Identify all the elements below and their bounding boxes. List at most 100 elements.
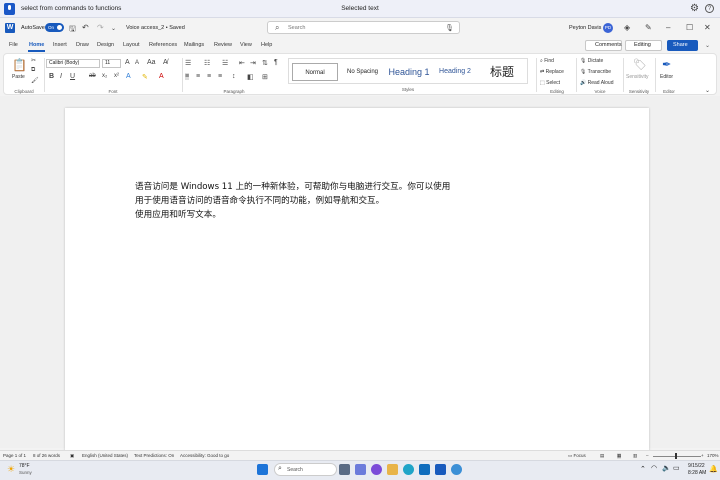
widgets-icon[interactable] xyxy=(339,464,350,475)
font-size-box[interactable]: 11 xyxy=(102,59,121,68)
proofing-icon[interactable]: ▣ xyxy=(70,453,74,459)
document-line-1[interactable]: 语音访问是 Windows 11 上的一种新体验，可帮助你与电脑进行交互。你可以… xyxy=(135,180,450,192)
multilevel-list-icon[interactable]: ☱ xyxy=(222,59,228,67)
bold-icon[interactable]: B xyxy=(49,73,54,80)
change-case-icon[interactable]: Aa xyxy=(147,59,156,66)
battery-icon[interactable]: ▭ xyxy=(673,464,680,472)
collapse-ribbon-icon[interactable]: ⌄ xyxy=(705,87,710,94)
save-icon[interactable]: 🖫 xyxy=(69,23,76,37)
user-name[interactable]: Peyton Davis xyxy=(569,25,601,31)
notification-icon[interactable]: 🔔 xyxy=(709,465,718,473)
tab-references[interactable]: References xyxy=(149,42,177,48)
tab-insert[interactable]: Insert xyxy=(53,42,67,48)
document-line-3[interactable]: 使用应用和听写文本。 xyxy=(135,208,221,220)
file-explorer-icon[interactable] xyxy=(387,464,398,475)
avatar[interactable]: PD xyxy=(603,23,613,33)
chevron-up-icon[interactable]: ⌃ xyxy=(640,465,646,473)
help-icon[interactable]: ? xyxy=(705,4,714,13)
page-count[interactable]: Page 1 of 1 xyxy=(3,453,26,458)
borders-icon[interactable]: ⊞ xyxy=(262,73,268,81)
editing-mode-button[interactable]: Editing xyxy=(625,40,662,51)
paste-label[interactable]: Paste xyxy=(12,74,25,80)
tab-layout[interactable]: Layout xyxy=(123,42,140,48)
transcribe-button[interactable]: 🎙 Transcribe xyxy=(580,69,611,75)
dictate-button[interactable]: 🎙 Dictate xyxy=(580,58,603,64)
taskbar-date[interactable]: 9/15/22 xyxy=(688,463,705,469)
microphone-icon[interactable]: 🎙 xyxy=(445,24,454,32)
style-heading-2[interactable]: Heading 2 xyxy=(433,63,477,81)
maximize-icon[interactable]: ☐ xyxy=(686,23,693,32)
outlook-icon[interactable] xyxy=(419,464,430,475)
align-left-icon[interactable]: ≡ xyxy=(185,73,190,80)
justify-icon[interactable]: ≡ xyxy=(218,73,222,80)
select-button[interactable]: ⬚ Select xyxy=(540,80,560,86)
teams-chat-icon[interactable] xyxy=(371,464,382,475)
pen-icon[interactable]: ✎ xyxy=(645,23,652,32)
volume-icon[interactable]: 🔈 xyxy=(662,464,671,472)
zoom-level[interactable]: 170% xyxy=(707,453,719,458)
copy-icon[interactable]: ⧉ xyxy=(31,67,35,74)
gear-icon[interactable]: ⚙ xyxy=(690,3,699,14)
word-icon[interactable] xyxy=(435,464,446,475)
style-heading-1[interactable]: Heading 1 xyxy=(387,63,431,81)
grow-font-icon[interactable]: A xyxy=(125,59,130,66)
document-line-2[interactable]: 用于使用语音访问的语音命令执行不同的功能，例如导航和交互。 xyxy=(135,194,384,206)
sensitivity-icon[interactable]: 🏷 xyxy=(633,58,647,71)
style-normal[interactable]: Normal xyxy=(292,63,338,81)
style-title[interactable]: 标题 xyxy=(479,63,525,81)
tab-draw[interactable]: Draw xyxy=(76,42,89,48)
document-title[interactable]: Voice access_2 • Saved xyxy=(126,25,185,31)
style-no-spacing[interactable]: No Spacing xyxy=(341,63,384,81)
italic-icon[interactable]: I xyxy=(60,73,62,80)
zoom-slider-thumb[interactable] xyxy=(675,453,677,459)
task-view-icon[interactable] xyxy=(355,464,366,475)
tab-view[interactable]: View xyxy=(240,42,252,48)
shading-icon[interactable]: ◧ xyxy=(247,73,254,81)
accessibility-status[interactable]: Accessibility: Good to go xyxy=(180,453,229,458)
numbering-icon[interactable]: ☷ xyxy=(204,59,210,67)
web-layout-icon[interactable]: ▥ xyxy=(633,453,637,459)
font-name-box[interactable]: Calibri (Body) xyxy=(46,59,100,68)
strikethrough-icon[interactable]: ab xyxy=(89,73,96,79)
language-status[interactable]: English (United States) xyxy=(82,453,128,458)
tab-design[interactable]: Design xyxy=(97,42,114,48)
weather-temp[interactable]: 78°F xyxy=(19,463,30,469)
editor-button[interactable]: Editor xyxy=(660,74,673,80)
weather-sun-icon[interactable]: ☀ xyxy=(7,464,15,475)
edge-icon[interactable] xyxy=(403,464,414,475)
comments-button[interactable]: Comments xyxy=(585,40,622,51)
close-icon[interactable]: ✕ xyxy=(704,23,711,32)
tab-home[interactable]: Home xyxy=(29,42,44,48)
subscript-icon[interactable]: x₂ xyxy=(102,73,107,79)
superscript-icon[interactable]: x² xyxy=(114,73,119,79)
zoom-out-icon[interactable]: – xyxy=(646,453,649,458)
editor-icon[interactable]: ✒ xyxy=(662,58,671,71)
read-aloud-button[interactable]: 🔊 Read Aloud xyxy=(580,80,613,86)
print-layout-icon[interactable]: ▦ xyxy=(617,453,622,459)
redo-icon[interactable]: ↷ xyxy=(97,23,104,32)
chevron-down-icon[interactable]: ⌄ xyxy=(705,42,710,49)
sort-icon[interactable]: ⇅ xyxy=(262,59,268,67)
find-button[interactable]: ⌕ Find xyxy=(540,58,554,64)
clear-formatting-icon[interactable]: A̸ xyxy=(163,59,168,66)
customize-chevron-icon[interactable]: ⌄ xyxy=(111,25,116,32)
pilcrow-icon[interactable]: ¶ xyxy=(274,59,278,66)
shrink-font-icon[interactable]: A xyxy=(135,60,139,66)
settings-icon[interactable] xyxy=(451,464,462,475)
text-predictions-status[interactable]: Text Predictions: On xyxy=(134,453,174,458)
cut-icon[interactable]: ✂ xyxy=(31,57,36,64)
increase-indent-icon[interactable]: ⇥ xyxy=(250,59,256,67)
zoom-slider[interactable] xyxy=(653,456,701,457)
diamond-icon[interactable]: ◈ xyxy=(624,23,630,32)
font-color-icon[interactable]: A xyxy=(159,73,164,80)
replace-button[interactable]: ⇄ Replace xyxy=(540,69,564,75)
tab-file[interactable]: File xyxy=(9,42,18,48)
start-windows-icon[interactable] xyxy=(257,464,268,475)
bullets-icon[interactable]: ☰ xyxy=(185,59,191,67)
minimize-icon[interactable]: – xyxy=(666,23,670,32)
share-button[interactable]: Share xyxy=(667,40,698,51)
tab-help[interactable]: Help xyxy=(261,42,272,48)
align-right-icon[interactable]: ≡ xyxy=(207,73,211,80)
text-effects-icon[interactable]: A xyxy=(126,73,131,80)
paste-icon[interactable]: 📋 xyxy=(12,58,27,72)
